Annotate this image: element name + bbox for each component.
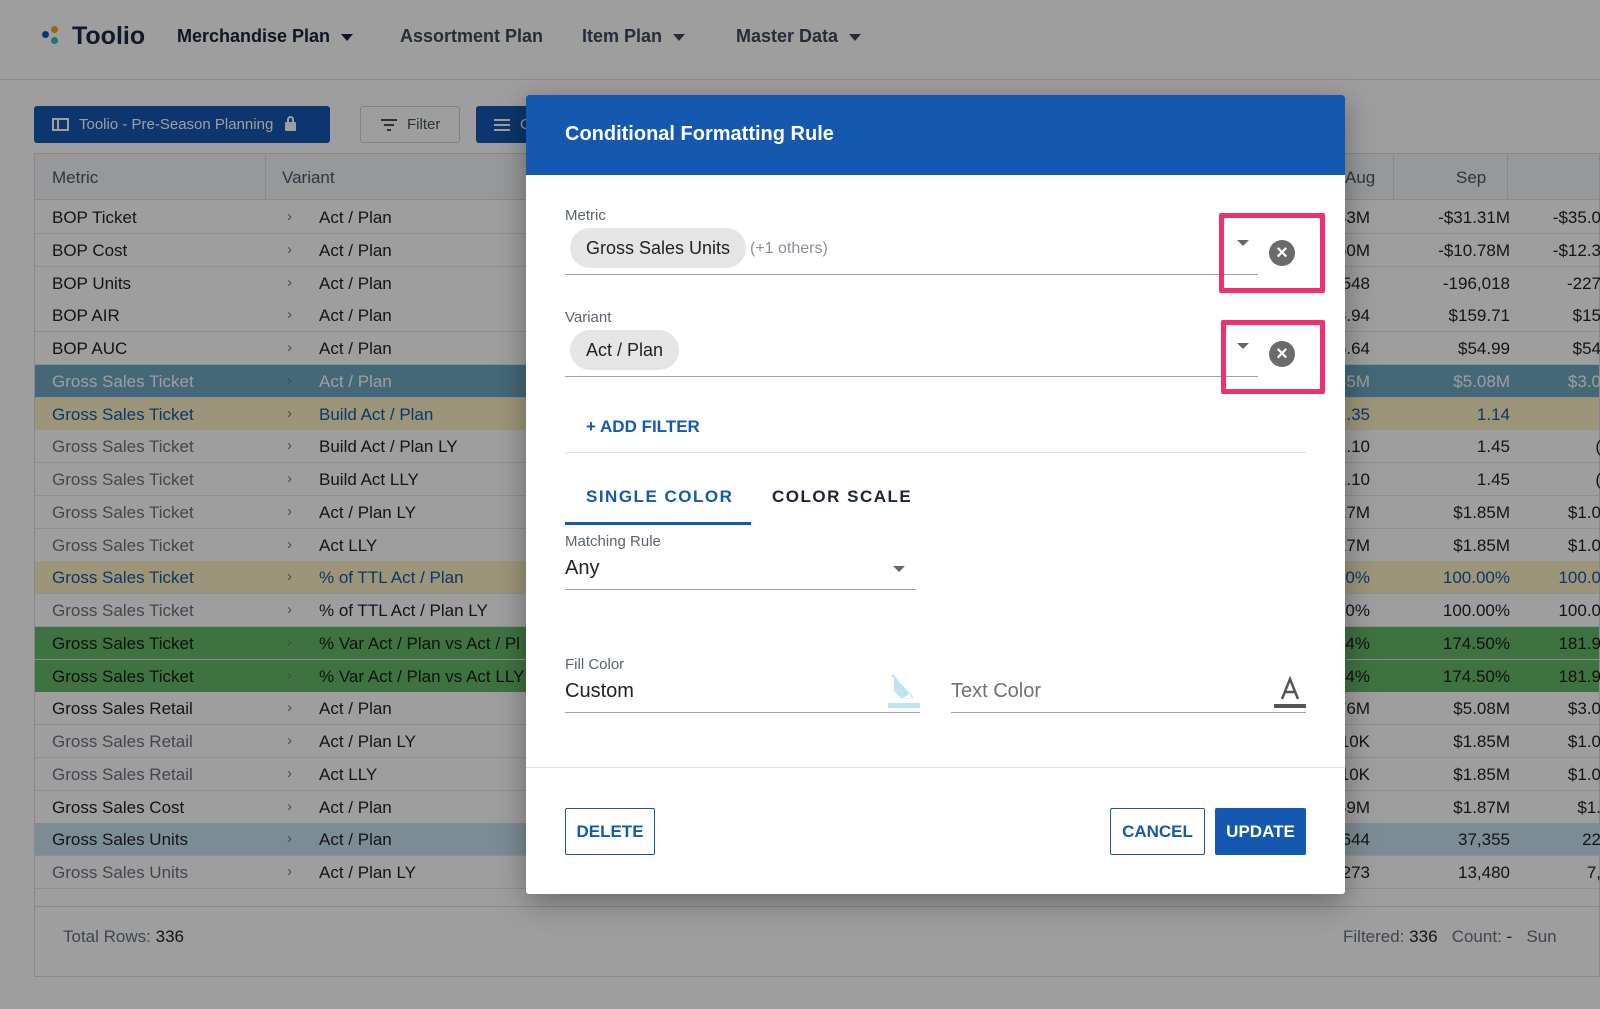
- add-filter-button[interactable]: + ADD FILTER: [586, 417, 700, 437]
- footer-divider: [526, 767, 1345, 768]
- matching-rule-label: Matching Rule: [565, 533, 661, 550]
- variant-underline: [565, 376, 1258, 377]
- highlight-box-variant: [1221, 320, 1325, 394]
- dialog-title: Conditional Formatting Rule: [565, 123, 834, 145]
- metric-label: Metric: [565, 207, 606, 224]
- delete-button[interactable]: DELETE: [565, 808, 655, 855]
- matching-rule-value: Any: [565, 557, 600, 579]
- tab-indicator: [565, 522, 751, 525]
- variant-chip[interactable]: Act / Plan: [570, 330, 680, 370]
- metric-chip[interactable]: Gross Sales Units: [570, 228, 747, 268]
- text-color-underline: [951, 712, 1306, 713]
- fill-color-value: Custom: [565, 680, 634, 702]
- fill-color-underline: [565, 712, 920, 713]
- update-button[interactable]: UPDATE: [1215, 808, 1306, 855]
- metric-underline: [565, 274, 1258, 275]
- paint-bucket-icon[interactable]: [888, 673, 920, 709]
- tab-single-color[interactable]: SINGLE COLOR: [586, 487, 733, 507]
- divider: [565, 452, 1306, 453]
- highlight-box-metric: [1219, 213, 1325, 293]
- text-color-placeholder: Text Color: [951, 680, 1042, 702]
- text-color-icon[interactable]: [1274, 675, 1306, 709]
- conditional-formatting-dialog: Conditional Formatting Rule Metric Gross…: [526, 95, 1345, 894]
- variant-label: Variant: [565, 309, 612, 326]
- tab-color-scale[interactable]: COLOR SCALE: [772, 487, 912, 507]
- dialog-header: Conditional Formatting Rule: [526, 95, 1345, 175]
- chevron-down-icon: [893, 566, 905, 572]
- cancel-button[interactable]: CANCEL: [1110, 808, 1205, 855]
- metric-others: (+1 others): [750, 240, 828, 257]
- fill-color-label: Fill Color: [565, 656, 625, 673]
- matching-rule-underline: [565, 589, 916, 590]
